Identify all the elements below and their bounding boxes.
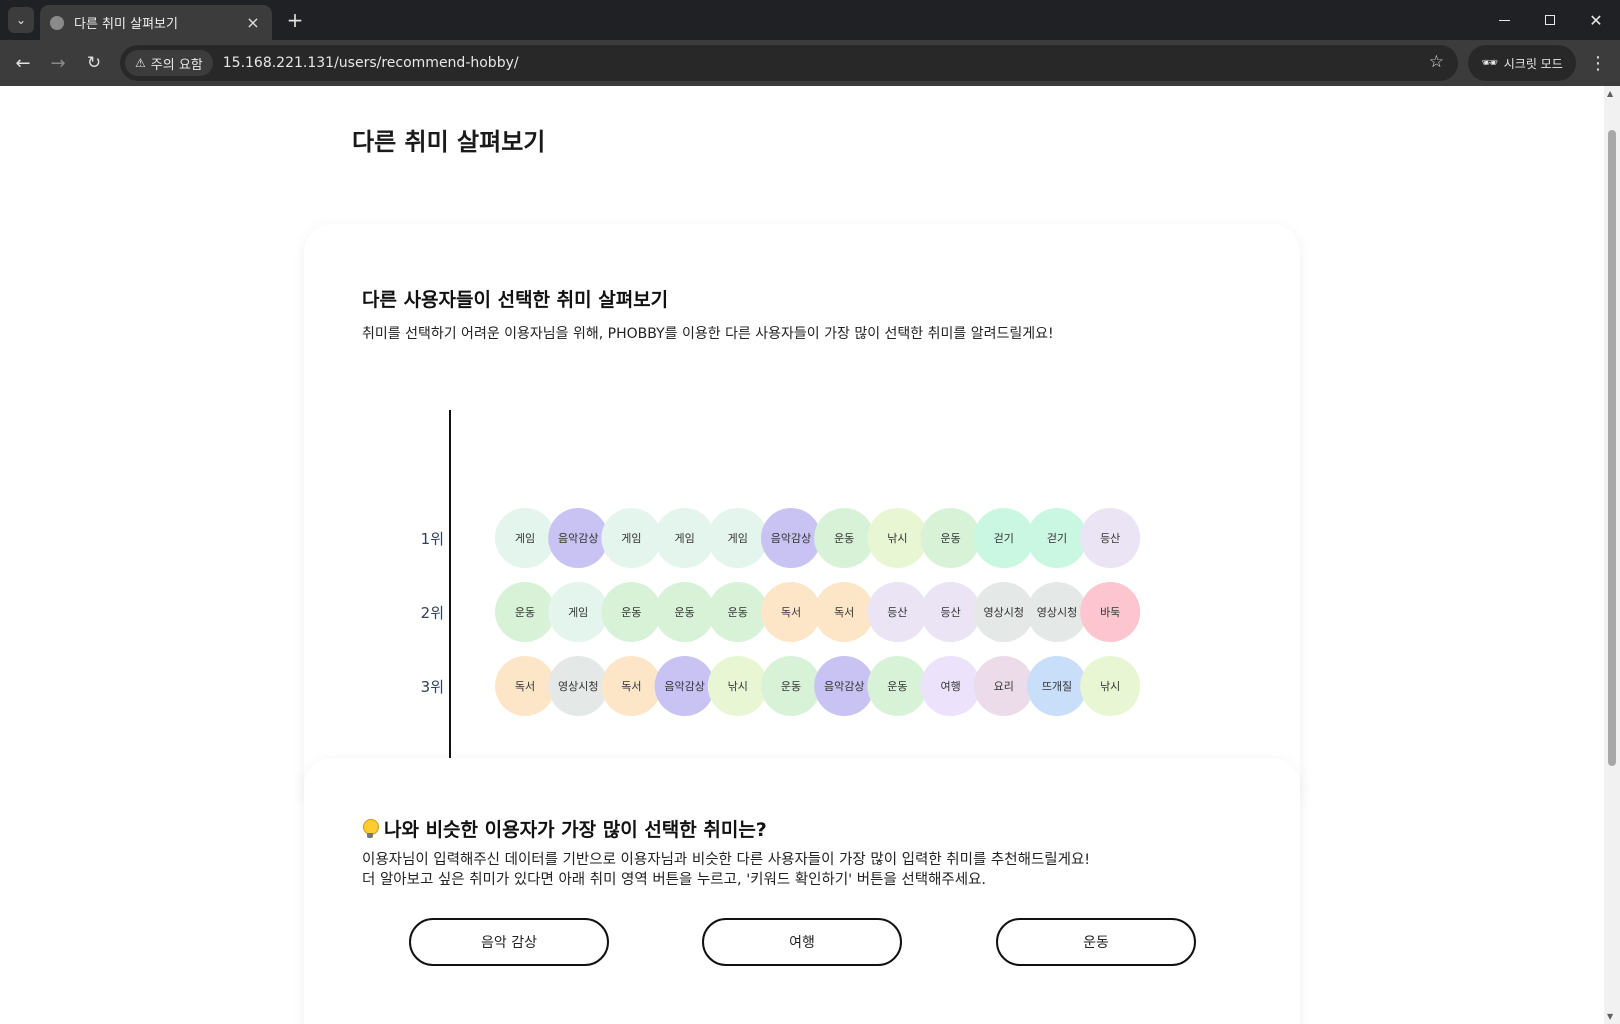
hobby-bubble-label: 바둑 [1100,606,1120,619]
hobby-bubble-label: 등산 [1100,532,1120,545]
browser-menu-button[interactable]: ⋮ [1586,49,1610,77]
hobby-bubble-label: 영상시청 [984,606,1024,619]
hobby-button-exercise[interactable]: 운동 [996,918,1196,966]
hobby-bubble-label: 등산 [887,606,907,619]
hobby-bubble-label: 음악감상 [664,680,704,693]
rank-label: 2위 [421,604,444,622]
globe-icon [50,15,64,30]
address-bar[interactable]: ⚠ 주의 요함 15.168.221.131/users/recommend-h… [120,45,1458,81]
browser-tab[interactable]: 다른 취미 살펴보기 × [40,5,272,40]
warning-icon: ⚠ [135,56,146,70]
arrow-right-icon: → [50,52,66,74]
security-chip[interactable]: ⚠ 주의 요함 [125,50,213,76]
close-window-button[interactable]: ✕ [1573,0,1619,40]
maximize-icon [1545,15,1555,25]
hobby-bubble-label: 게임 [674,532,694,545]
security-label: 주의 요함 [150,57,203,73]
url-text[interactable]: 15.168.221.131/users/recommend-hobby/ [223,55,519,71]
hobby-bubble-label: 걷기 [994,532,1014,545]
minimize-button[interactable] [1481,0,1527,40]
incognito-icon: 🕶 [1481,55,1498,71]
plus-icon: + [286,8,304,32]
section-title-2-text: 나와 비슷한 이용자가 가장 많이 선택한 취미는? [384,819,767,841]
close-icon: ✕ [1589,10,1603,30]
hobby-bubble-label: 운동 [621,606,641,619]
hobby-bubble-label: 영상시청 [1037,606,1077,619]
hobby-bubble-label: 독서 [515,680,535,693]
scroll-down-icon[interactable]: ▼ [1607,1012,1613,1021]
page-scrollbar[interactable]: ▲ ▼ [1604,86,1620,1024]
forward-button[interactable]: → [44,49,72,77]
rank-label: 3위 [421,678,444,696]
incognito-label: 시크릿 모드 [1503,56,1563,71]
hobby-bubble-label: 여행 [940,680,960,693]
hobby-bubble-label: 뜨개질 [1042,680,1072,693]
more-vertical-icon: ⋮ [1589,52,1607,74]
rank-label: 1위 [421,530,444,548]
hobby-bubble-label: 독서 [781,606,801,619]
page-viewport: 다른 취미 살펴보기 다른 사용자들이 선택한 취미 살펴보기 취미를 선택하기… [0,86,1620,1024]
hobby-bubble-label: 낚시 [728,680,748,693]
hobby-bubble-label: 걷기 [1047,532,1067,545]
description-line-1: 이용자님이 입력해주신 데이터를 기반으로 이용자님과 비슷한 다른 사용자들이… [362,852,1091,868]
hobby-bubble-label: 독서 [834,606,854,619]
lightbulb-icon [362,819,379,839]
scroll-up-icon[interactable]: ▲ [1607,89,1613,98]
tab-search-button[interactable]: ⌄ [8,7,34,33]
close-tab-icon[interactable]: × [244,13,262,32]
hobby-bubble-label: 음악감상 [558,532,598,545]
hobby-bubble-label: 게임 [621,532,641,545]
hobby-bubble-label: 운동 [515,606,535,619]
hobby-bubble-label: 게임 [568,606,588,619]
chevron-down-icon: ⌄ [15,13,27,27]
minimize-icon [1498,19,1510,21]
incognito-indicator[interactable]: 🕶 시크릿 모드 [1468,45,1576,81]
hobby-button-music[interactable]: 음악 감상 [409,918,609,966]
maximize-button[interactable] [1527,0,1573,40]
hobby-bubble-label: 독서 [621,680,641,693]
hobby-bubble-label: 게임 [515,532,535,545]
back-button[interactable]: ← [9,49,37,77]
hobby-bubble-label: 음악감상 [824,680,864,693]
hobby-rank-chart: 1위2위3위게임 음악감상 게임 게임 게임 음악감상 운동 낚시 운동 걷기 걷기 등산운동 게임 운동… [421,410,1185,814]
reload-button[interactable]: ↻ [80,49,108,77]
hobby-bubble-label: 운동 [940,532,960,545]
section-description-2: 이용자님이 입력해주신 데이터를 기반으로 이용자님과 비슷한 다른 사용자들이… [362,850,1090,890]
browser-toolbar: ← → ↻ ⚠ 주의 요함 15.168.221.131/users/recom… [0,40,1620,86]
hobby-bubble-label: 영상시청 [558,680,598,693]
scroll-thumb[interactable] [1608,130,1616,766]
hobby-bubble-label: 운동 [781,680,801,693]
hobby-bubble-label: 게임 [728,532,748,545]
hobby-bubble-label: 운동 [887,680,907,693]
hobby-button-travel[interactable]: 여행 [702,918,902,966]
recommendation-card: 나와 비슷한 이용자가 가장 많이 선택한 취미는? 이용자님이 입력해주신 데… [304,758,1300,1024]
description-line-2: 더 알아보고 싶은 취미가 있다면 아래 취미 영역 버튼을 누르고, '키워드… [362,872,987,888]
hobby-stats-card: 다른 사용자들이 선택한 취미 살펴보기 취미를 선택하기 어려운 이용자님을 … [304,224,1300,814]
hobby-bubble-label: 운동 [834,532,854,545]
bookmark-star-icon[interactable]: ☆ [1429,52,1444,72]
arrow-left-icon: ← [15,52,31,74]
section-title-2: 나와 비슷한 이용자가 가장 많이 선택한 취미는? [362,815,767,842]
hobby-bubble-label: 낚시 [887,532,907,545]
tab-title: 다른 취미 살펴보기 [74,17,178,32]
hobby-bubble-label: 운동 [728,606,748,619]
hobby-bubble-label: 요리 [994,680,1014,693]
new-tab-button[interactable]: + [282,7,308,33]
hobby-bubble-label: 등산 [940,606,960,619]
hobby-bubble-label: 낚시 [1100,680,1120,693]
reload-icon: ↻ [86,53,102,73]
page-title: 다른 취미 살펴보기 [352,128,546,156]
browser-titlebar: ⌄ 다른 취미 살펴보기 × + ✕ [0,0,1620,40]
hobby-bubble-label: 음악감상 [771,532,811,545]
hobby-bubble-label: 운동 [674,606,694,619]
